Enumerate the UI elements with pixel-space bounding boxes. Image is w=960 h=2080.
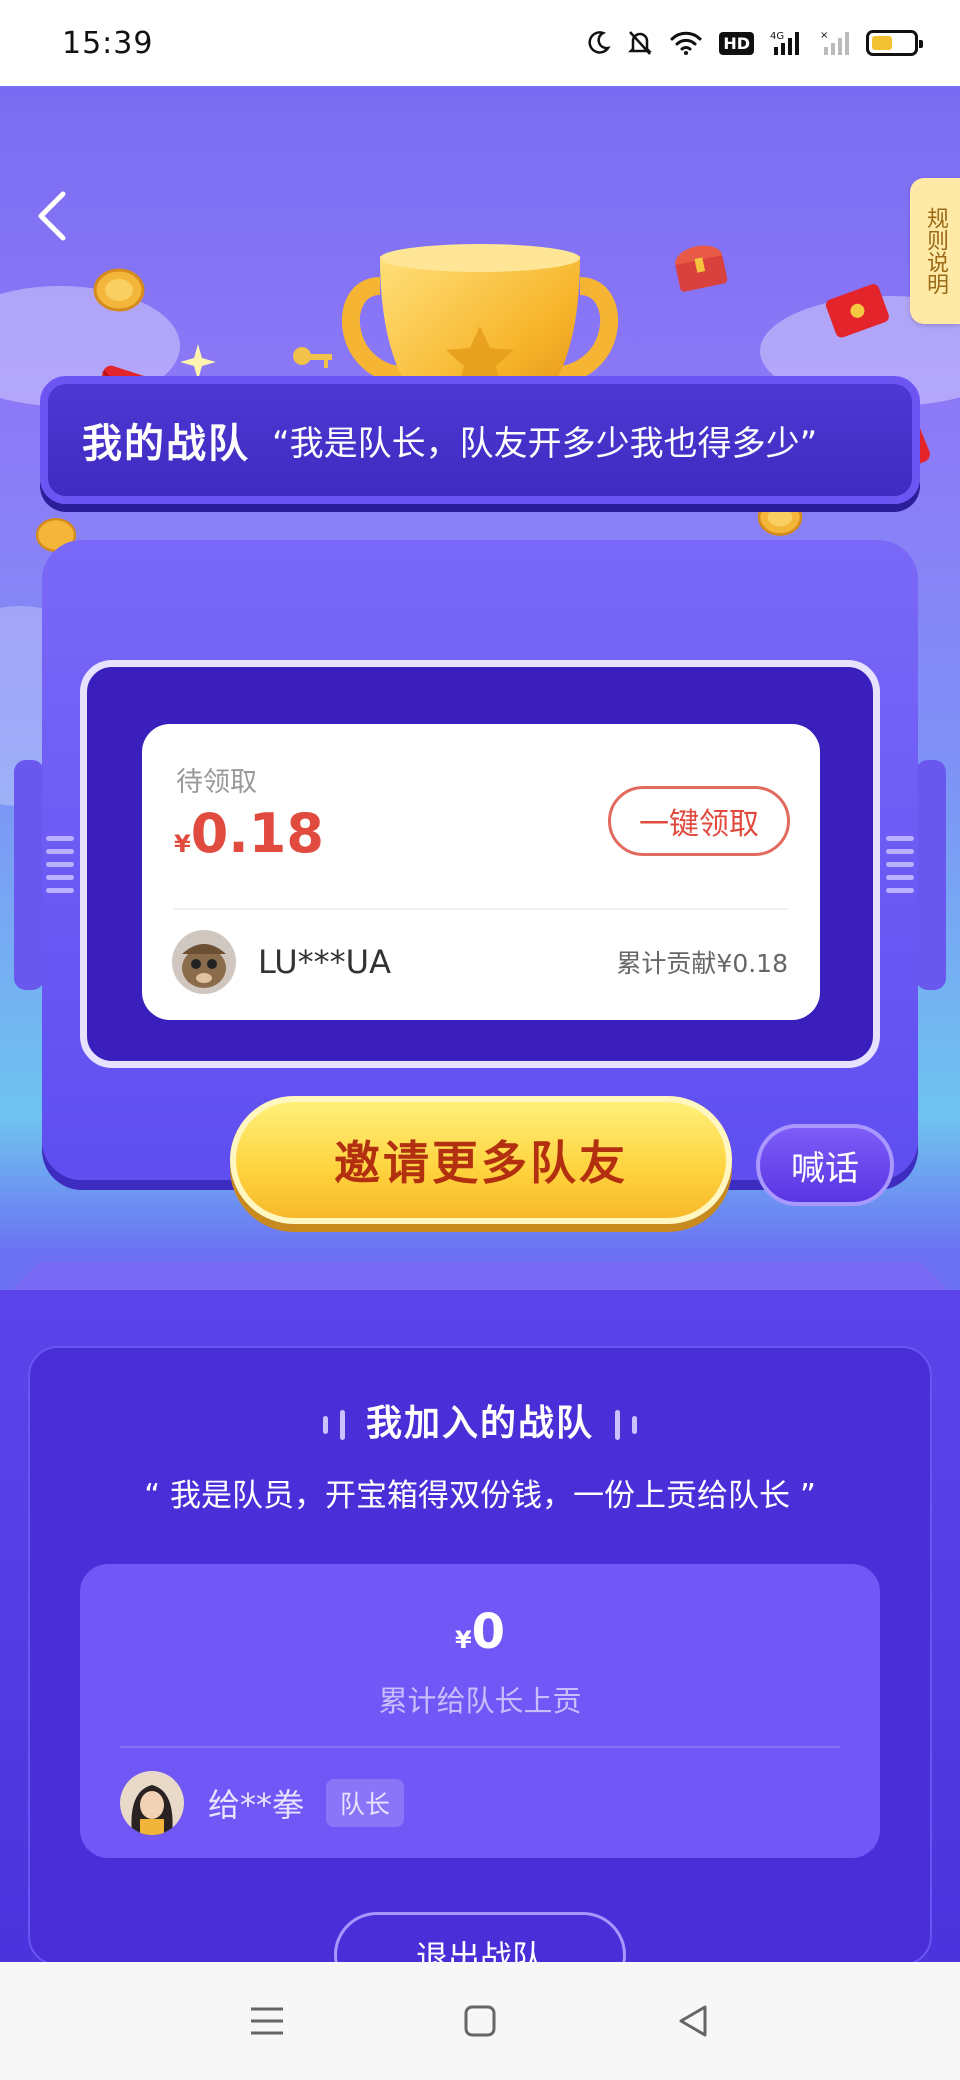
back-triangle-icon bbox=[679, 2005, 707, 2037]
claim-all-button[interactable]: 一键领取 bbox=[608, 786, 790, 856]
leader-row: 给**拳 队长 bbox=[120, 1770, 405, 1836]
my-team-title: 我的战队 bbox=[82, 421, 250, 467]
svg-text:4G: 4G bbox=[770, 31, 784, 42]
hd-icon: HD bbox=[719, 31, 754, 55]
back-button[interactable] bbox=[22, 186, 82, 246]
rules-button[interactable]: 规则说明 bbox=[910, 178, 960, 324]
pending-amount-value: 0.18 bbox=[190, 802, 324, 865]
system-nav-bar bbox=[0, 1962, 960, 2080]
status-bar: 15:39 HD 4G × bbox=[0, 0, 960, 86]
status-icons: HD 4G × bbox=[585, 29, 923, 57]
member-name: LU***UA bbox=[258, 943, 391, 981]
leader-avatar[interactable] bbox=[120, 1771, 184, 1835]
moon-icon bbox=[588, 31, 611, 54]
member-contribution: 累计贡献¥0.18 bbox=[616, 949, 788, 978]
right-grill bbox=[886, 836, 914, 893]
pending-amount: ¥0.18 bbox=[174, 802, 324, 865]
joined-team-title: 我加入的战队 bbox=[365, 1403, 594, 1444]
red-envelope-icon bbox=[825, 284, 889, 338]
signal-off-icon: × bbox=[820, 30, 849, 55]
my-team-banner: 我的战队 “我是队长，队友开多少我也得多少” bbox=[40, 376, 920, 504]
home-square-icon bbox=[464, 2005, 496, 2037]
card-divider bbox=[174, 908, 788, 910]
leader-badge: 队长 bbox=[326, 1779, 405, 1827]
nav-back-button[interactable] bbox=[663, 1991, 723, 2051]
currency-symbol: ¥ bbox=[174, 830, 191, 858]
svg-text:×: × bbox=[820, 30, 828, 41]
tribute-amount: ¥0 bbox=[80, 1604, 880, 1660]
treasure-chest-icon bbox=[675, 245, 728, 292]
home-button[interactable] bbox=[450, 1991, 510, 2051]
joined-team-heading: 我加入的战队 bbox=[0, 1394, 960, 1446]
menu-button[interactable] bbox=[237, 1991, 297, 2051]
signal-icon: 4G bbox=[770, 31, 799, 55]
left-side-panel bbox=[14, 760, 44, 990]
tribute-divider bbox=[120, 1746, 840, 1748]
tribute-label: 累计给队长上贡 bbox=[378, 1684, 582, 1718]
joined-team-slogan: “ 我是队员，开宝箱得双份钱，一份上贡给队长 ” bbox=[144, 1478, 816, 1514]
bell-off-icon bbox=[628, 31, 653, 55]
battery-icon bbox=[866, 30, 923, 56]
team-member-row: LU***UA 累计贡献¥0.18 bbox=[172, 930, 788, 994]
currency-symbol: ¥ bbox=[454, 1626, 472, 1654]
shout-button[interactable]: 喊话 bbox=[756, 1124, 894, 1206]
right-side-panel bbox=[916, 760, 946, 990]
pending-label: 待领取 bbox=[176, 767, 257, 798]
wifi-icon bbox=[670, 31, 702, 55]
tribute-card: ¥0 累计给队长上贡 给**拳 队长 bbox=[80, 1564, 880, 1858]
leader-name: 给**拳 bbox=[208, 1786, 305, 1824]
avatar[interactable] bbox=[172, 930, 236, 994]
my-team-slogan: “我是队长，队友开多少我也得多少” bbox=[272, 423, 818, 464]
chevron-left-icon bbox=[38, 191, 66, 241]
left-grill bbox=[46, 836, 74, 893]
status-time: 15:39 bbox=[62, 25, 154, 61]
invite-more-button[interactable]: 邀请更多队友 bbox=[230, 1096, 732, 1224]
menu-icon bbox=[250, 2007, 283, 2035]
battery-fill bbox=[872, 36, 892, 50]
pending-reward-card: 待领取 ¥0.18 一键领取 LU***UA 累计贡献¥0.18 bbox=[142, 724, 820, 1020]
coin-icon bbox=[93, 268, 145, 312]
tribute-amount-value: 0 bbox=[471, 1604, 506, 1660]
